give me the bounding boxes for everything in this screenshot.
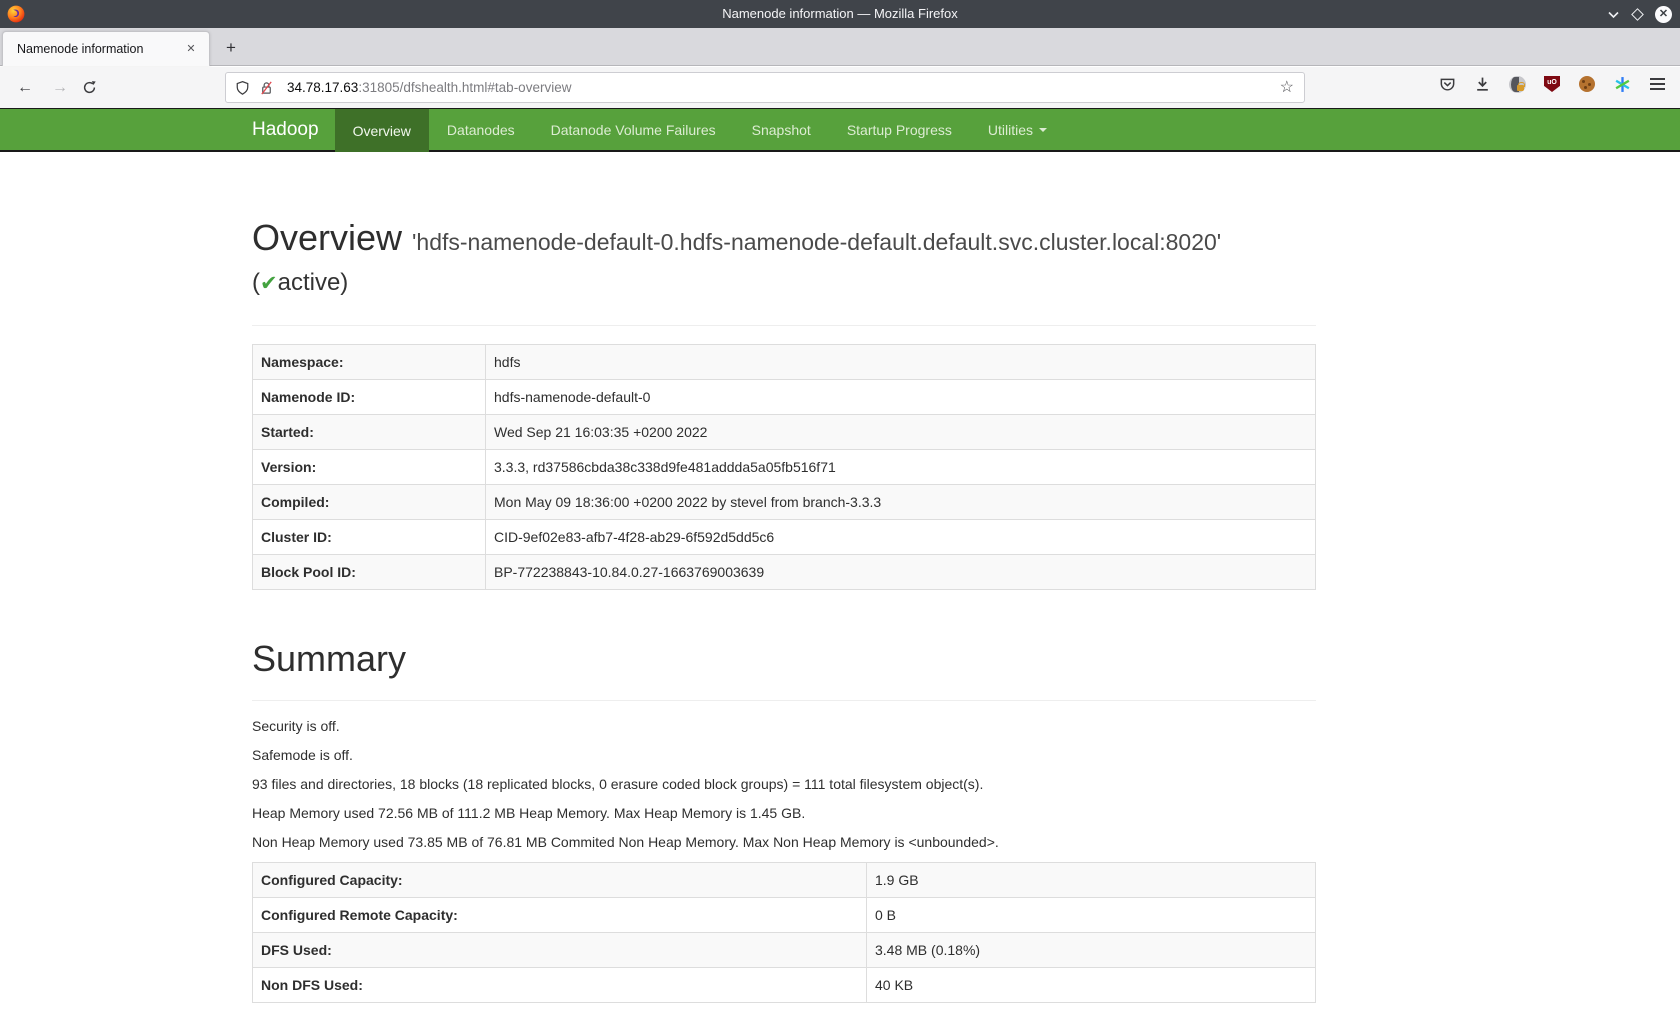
- url-text: 34.78.17.63:31805/dfshealth.html#tab-ove…: [287, 80, 571, 95]
- check-icon: ✔: [260, 272, 278, 295]
- table-row: Namespace: hdfs: [253, 345, 1316, 380]
- summary-line: Heap Memory used 72.56 MB of 111.2 MB He…: [252, 804, 1316, 822]
- forward-button[interactable]: →: [47, 75, 73, 101]
- summary-line: 93 files and directories, 18 blocks (18 …: [252, 775, 1316, 793]
- row-value: Wed Sep 21 16:03:35 +0200 2022: [486, 415, 1316, 450]
- window-title: Namenode information — Mozilla Firefox: [0, 0, 1680, 28]
- maximize-icon[interactable]: [1631, 8, 1644, 21]
- reload-button[interactable]: [82, 75, 108, 101]
- row-label: Configured Capacity:: [253, 863, 867, 898]
- row-value: hdfs-namenode-default-0: [486, 380, 1316, 415]
- table-row: Compiled: Mon May 09 18:36:00 +0200 2022…: [253, 485, 1316, 520]
- insecure-lock-icon[interactable]: [259, 80, 274, 96]
- row-value: 3.48 MB (0.18%): [867, 933, 1316, 968]
- window-titlebar: Namenode information — Mozilla Firefox ✕: [0, 0, 1680, 28]
- tab-snapshot[interactable]: Snapshot: [734, 109, 829, 150]
- tab-datanodes[interactable]: Datanodes: [429, 109, 533, 150]
- table-row: Version: 3.3.3, rd37586cbda38c338d9fe481…: [253, 450, 1316, 485]
- url-bar[interactable]: 34.78.17.63:31805/dfshealth.html#tab-ove…: [225, 72, 1305, 103]
- tab-utilities[interactable]: Utilities: [970, 109, 1065, 150]
- page-content: Overview'hdfs-namenode-default-0.hdfs-na…: [252, 152, 1316, 1003]
- overview-heading: Overview'hdfs-namenode-default-0.hdfs-na…: [252, 216, 1316, 264]
- capacity-table: Configured Capacity: 1.9 GB Configured R…: [252, 862, 1316, 1003]
- row-value: BP-772238843-10.84.0.27-1663769003639: [486, 555, 1316, 590]
- summary-stats: Security is off. Safemode is off. 93 fil…: [252, 717, 1316, 851]
- asterisk-extension-icon[interactable]: [1613, 75, 1631, 93]
- tab-overview[interactable]: Overview: [335, 109, 429, 152]
- row-label: Block Pool ID:: [253, 555, 486, 590]
- row-value: hdfs: [486, 345, 1316, 380]
- row-label: Non DFS Used:: [253, 968, 867, 1003]
- table-row: Block Pool ID: BP-772238843-10.84.0.27-1…: [253, 555, 1316, 590]
- row-label: Namespace:: [253, 345, 486, 380]
- table-row: Configured Remote Capacity: 0 B: [253, 898, 1316, 933]
- row-label: Compiled:: [253, 485, 486, 520]
- row-label: Version:: [253, 450, 486, 485]
- table-row: Namenode ID: hdfs-namenode-default-0: [253, 380, 1316, 415]
- navigation-toolbar: ← → 34.78.17.63:31805/dfshealth.html#tab…: [0, 67, 1680, 108]
- ublock-origin-icon[interactable]: uO: [1543, 75, 1561, 93]
- summary-heading: Summary: [252, 636, 1316, 682]
- shield-icon[interactable]: [235, 80, 250, 96]
- row-value: 1.9 GB: [867, 863, 1316, 898]
- menu-hamburger-icon[interactable]: [1648, 75, 1666, 93]
- table-row: Configured Capacity: 1.9 GB: [253, 863, 1316, 898]
- back-button[interactable]: ←: [12, 75, 38, 101]
- caret-down-icon: [1039, 128, 1047, 132]
- summary-line: Safemode is off.: [252, 746, 1316, 764]
- tab-startup-progress[interactable]: Startup Progress: [829, 109, 970, 150]
- row-label: Cluster ID:: [253, 520, 486, 555]
- minimize-icon[interactable]: [1607, 8, 1620, 21]
- table-row: Cluster ID: CID-9ef02e83-afb7-4f28-ab29-…: [253, 520, 1316, 555]
- namenode-status: (✔active): [252, 264, 1316, 303]
- downloads-icon[interactable]: [1473, 75, 1491, 93]
- row-value: 3.3.3, rd37586cbda38c338d9fe481addda5a05…: [486, 450, 1316, 485]
- row-value: Mon May 09 18:36:00 +0200 2022 by stevel…: [486, 485, 1316, 520]
- row-value: 40 KB: [867, 968, 1316, 1003]
- tab-datanode-volume-failures[interactable]: Datanode Volume Failures: [533, 109, 734, 150]
- row-label: DFS Used:: [253, 933, 867, 968]
- browser-tab[interactable]: Namenode information ✕: [2, 31, 210, 66]
- url-path: :31805/dfshealth.html#tab-overview: [358, 80, 571, 95]
- row-label: Namenode ID:: [253, 380, 486, 415]
- tab-bar: Namenode information ✕ +: [0, 28, 1680, 66]
- extension-lock-icon[interactable]: [1508, 75, 1526, 93]
- divider: [252, 325, 1316, 326]
- row-label: Started:: [253, 415, 486, 450]
- hadoop-navbar: Hadoop Overview Datanodes Datanode Volum…: [0, 108, 1680, 152]
- namenode-info-table: Namespace: hdfs Namenode ID: hdfs-nameno…: [252, 344, 1316, 590]
- table-row: Non DFS Used: 40 KB: [253, 968, 1316, 1003]
- close-window-icon[interactable]: ✕: [1655, 6, 1672, 23]
- summary-line: Non Heap Memory used 73.85 MB of 76.81 M…: [252, 833, 1316, 851]
- url-host: 34.78.17.63: [287, 80, 358, 95]
- row-value: 0 B: [867, 898, 1316, 933]
- table-row: DFS Used: 3.48 MB (0.18%): [253, 933, 1316, 968]
- tab-title: Namenode information: [17, 42, 183, 56]
- pocket-icon[interactable]: [1438, 75, 1456, 93]
- divider: [252, 700, 1316, 701]
- cookie-extension-icon[interactable]: [1578, 75, 1596, 93]
- hadoop-brand[interactable]: Hadoop: [252, 109, 335, 150]
- bookmark-star-icon[interactable]: ☆: [1280, 77, 1294, 97]
- row-label: Configured Remote Capacity:: [253, 898, 867, 933]
- row-value: CID-9ef02e83-afb7-4f28-ab29-6f592d5dd5c6: [486, 520, 1316, 555]
- namenode-address: 'hdfs-namenode-default-0.hdfs-namenode-d…: [412, 229, 1221, 255]
- new-tab-button[interactable]: +: [219, 36, 243, 60]
- tab-close-icon[interactable]: ✕: [183, 41, 199, 57]
- summary-line: Security is off.: [252, 717, 1316, 735]
- table-row: Started: Wed Sep 21 16:03:35 +0200 2022: [253, 415, 1316, 450]
